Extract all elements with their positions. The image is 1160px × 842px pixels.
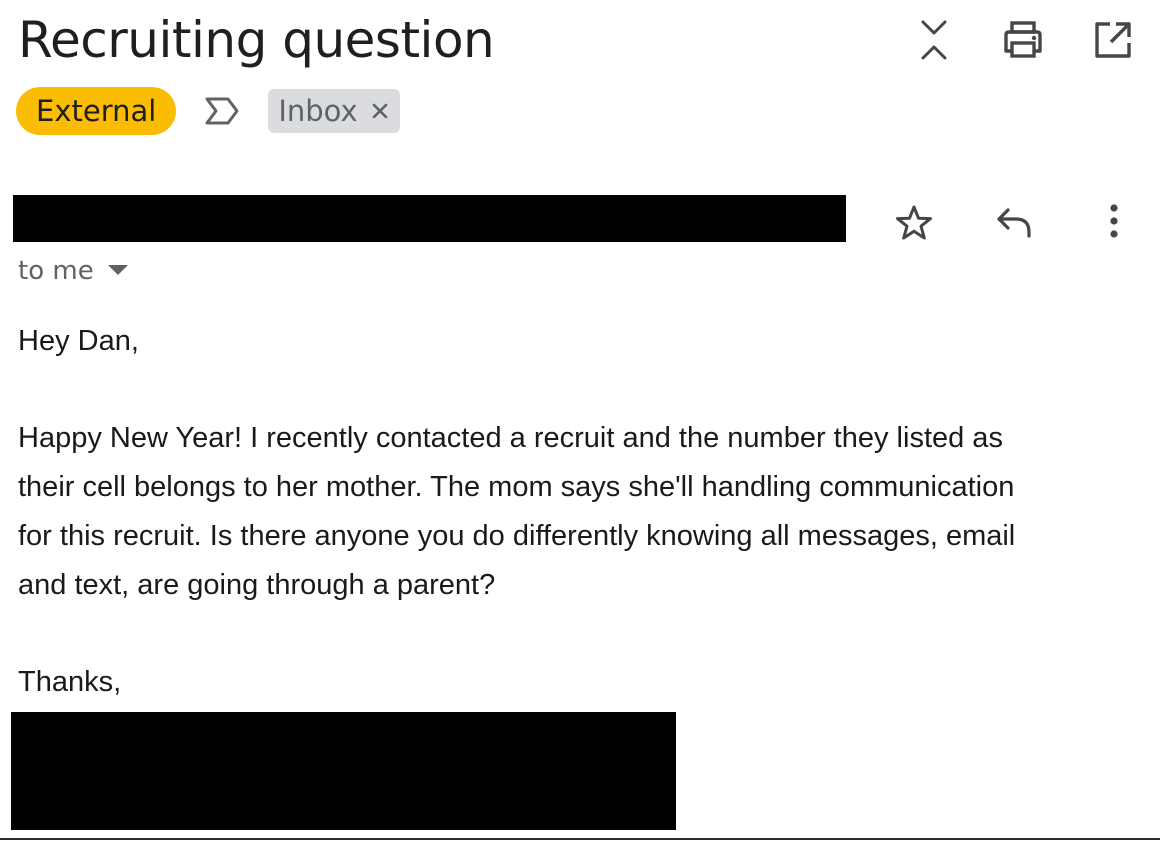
divider [0, 838, 1160, 840]
closing: Thanks, [18, 665, 122, 698]
body-line: their cell belongs to her mother. The mo… [18, 471, 1015, 504]
importance-marker-icon[interactable] [202, 91, 242, 131]
body-line: and text, are going through a parent? [18, 568, 496, 601]
sender-redaction [13, 195, 846, 242]
reply-icon[interactable] [990, 199, 1038, 247]
open-in-new-window-icon[interactable] [1089, 16, 1137, 64]
greeting: Hey Dan, [18, 325, 139, 357]
external-label: External [16, 87, 177, 135]
email-subject: Recruiting question [18, 11, 495, 69]
body-line: Happy New Year! I recently contacted a r… [18, 422, 1003, 455]
message-body: Hey Dan, Happy New Year! I recently cont… [18, 317, 1148, 707]
more-options-icon[interactable] [1090, 197, 1138, 245]
inbox-label-text: Inbox [278, 94, 358, 128]
signature-redaction [11, 712, 676, 830]
recipient-label: to me [18, 256, 94, 286]
chevron-down-icon [107, 265, 128, 277]
label-row: External Inbox [16, 87, 400, 135]
star-icon[interactable] [890, 199, 938, 247]
inbox-label: Inbox [268, 89, 400, 133]
recipient-details-toggle[interactable]: to me [18, 253, 128, 289]
print-icon[interactable] [999, 16, 1047, 64]
remove-label-icon[interactable] [370, 101, 390, 121]
expand-collapse-icon[interactable] [910, 16, 958, 64]
body-line: for this recruit. Is there anyone you do… [18, 519, 1016, 552]
